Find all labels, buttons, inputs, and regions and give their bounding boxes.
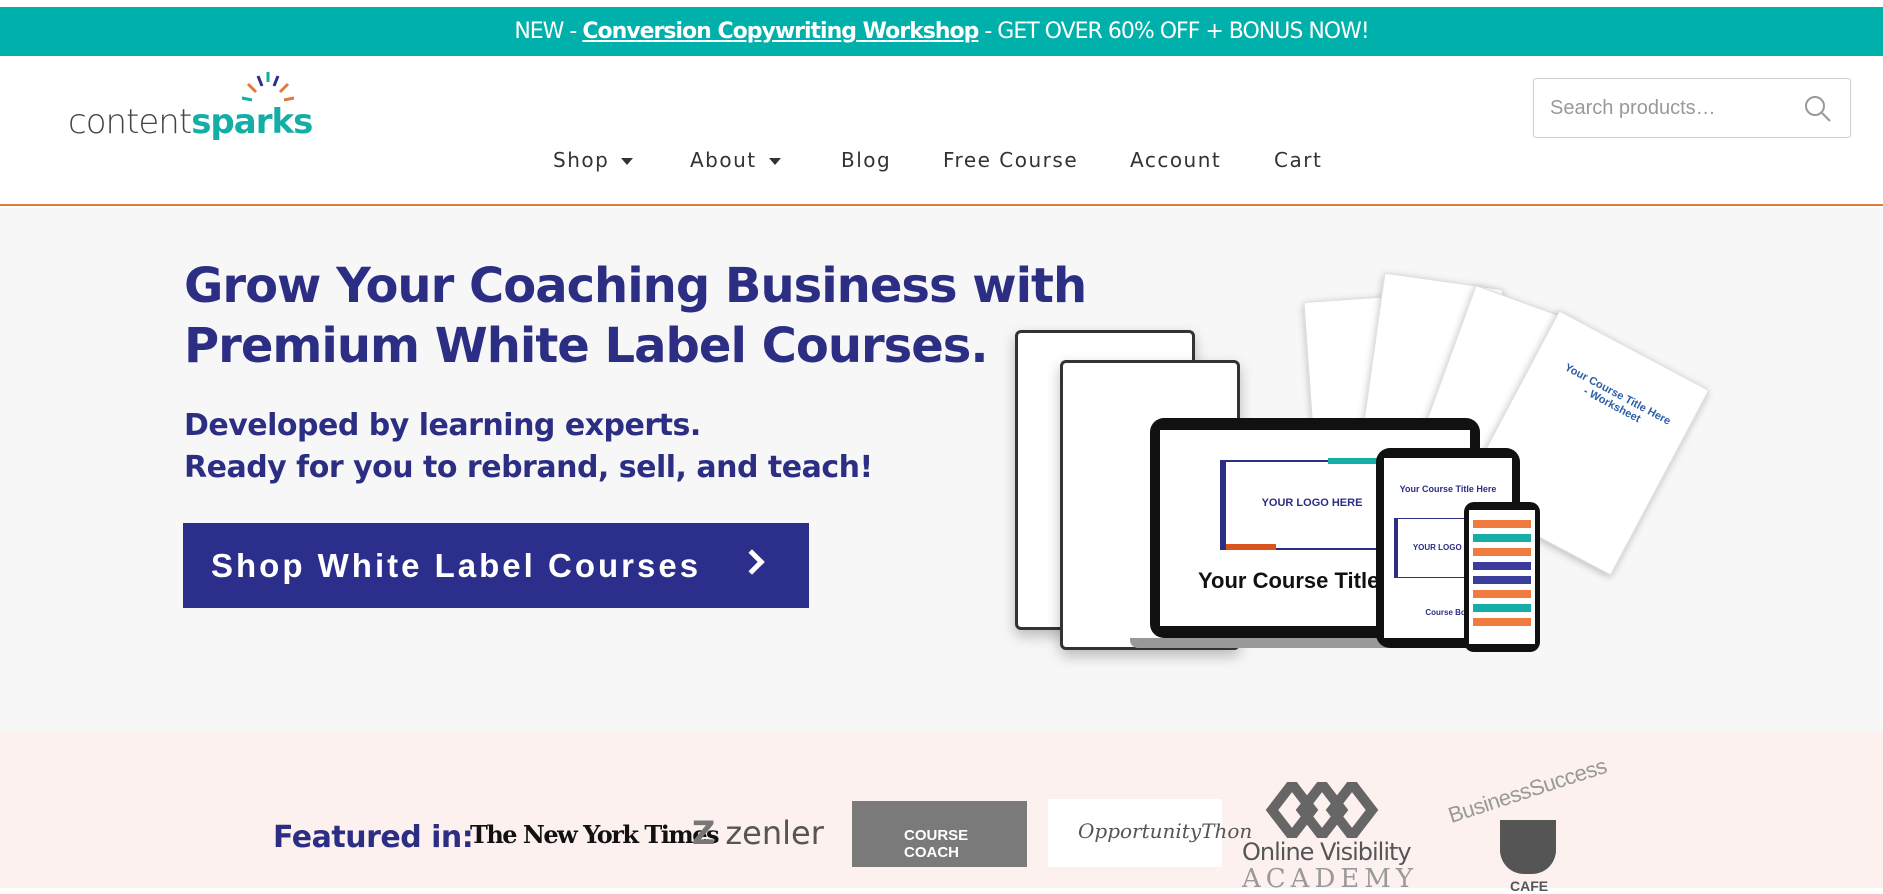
search-input[interactable] (1534, 79, 1784, 137)
tablet-title: Your Course Title Here (1399, 484, 1497, 494)
hero-subtitle-line2: Ready for you to rebrand, sell, and teac… (184, 450, 873, 485)
logo-course-coach-text: COURSE COACH (904, 827, 969, 861)
cta-label: Shop White Label Courses (211, 547, 702, 584)
nav-label: Shop (553, 148, 610, 172)
logo-nyt: The New York Times (470, 820, 720, 849)
cup-icon (1500, 820, 1556, 874)
nav-shop[interactable]: Shop (553, 148, 634, 172)
logo-zenler: Z zenler (692, 814, 824, 852)
logo[interactable]: contentsparks (68, 72, 313, 142)
banner-workshop-link[interactable]: Conversion Copywriting Workshop (582, 19, 979, 44)
search-box (1533, 78, 1851, 138)
logo-ova-text: Online Visibility (1242, 838, 1412, 866)
chevron-right-icon (739, 549, 765, 575)
logo-text-sparks: sparks (191, 102, 313, 142)
mockup-course-title: Your Course Title H (1198, 568, 1402, 593)
logo-spark-icon (241, 72, 295, 102)
nav-label: About (690, 148, 757, 172)
caret-down-icon (621, 158, 634, 165)
logo-course-coach: COURSE COACH (852, 801, 1027, 867)
nav-free-course[interactable]: Free Course (943, 148, 1078, 172)
mockup-logo-text: YOUR LOGO HERE (1261, 497, 1363, 509)
banner-prefix: NEW - (514, 19, 583, 44)
worksheet-title: Your Course Title Here - Worksheet (1562, 361, 1673, 428)
caret-down-icon (768, 158, 781, 165)
phone (1464, 502, 1540, 652)
logo-zenler-text: zenler (725, 814, 824, 852)
banner-suffix: - GET OVER 60% OFF + BONUS NOW! (978, 19, 1369, 44)
logo-text-content: content (68, 102, 192, 142)
logo-ova-academy: ACADEMY (1242, 864, 1419, 894)
course-bundle-mockup: Your Course Title Here - Worksheet YOUR … (980, 268, 1710, 663)
logo-ova-mark (1262, 775, 1382, 845)
logo-opportunitython: OpportunityThon (1048, 799, 1252, 867)
hero-subtitle-line1: Developed by learning experts. (184, 408, 701, 443)
hero-title-line2: Premium White Label Courses. (184, 318, 989, 374)
logo-cafe: CAFE (1510, 878, 1549, 894)
nav-account[interactable]: Account (1130, 148, 1221, 172)
shop-courses-button[interactable]: Shop White Label Courses (183, 523, 809, 608)
nav-cart[interactable]: Cart (1274, 148, 1322, 172)
hero-title-line1: Grow Your Coaching Business with (184, 258, 1087, 314)
featured-label: Featured in: (273, 820, 474, 855)
nav-blog[interactable]: Blog (841, 148, 891, 172)
nav-about[interactable]: About (690, 148, 781, 172)
promo-banner: NEW - Conversion Copywriting Workshop - … (0, 7, 1883, 56)
search-icon[interactable] (1804, 95, 1832, 123)
